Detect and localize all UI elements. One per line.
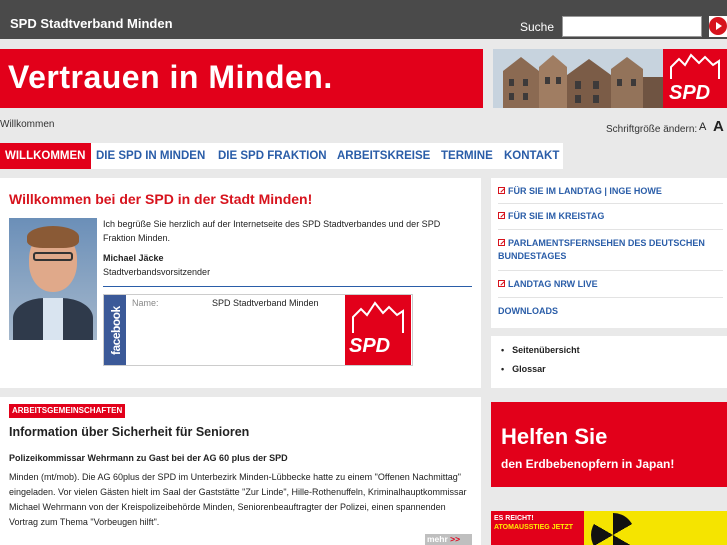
nav-item-die-spd-fraktion[interactable]: DIE SPD FRAKTION — [218, 143, 330, 169]
atom-banner-line2: ATOMAUSSTIEG JETZT — [494, 524, 574, 531]
facebook-box[interactable]: facebook Name: SPD Stadtverband Minden S… — [103, 294, 413, 366]
town-hall-photo — [493, 49, 663, 108]
search-input[interactable] — [562, 16, 702, 37]
main-navigation: WILLKOMMEN DIE SPD IN MINDEN DIE SPD FRA… — [0, 143, 563, 169]
sidebar-link-downloads[interactable]: DOWNLOADS — [498, 305, 723, 318]
article-body: Minden (mt/mob). Die AG 60plus der SPD i… — [9, 472, 467, 527]
external-link-icon — [498, 280, 505, 287]
facebook-name-value[interactable]: SPD Stadtverband Minden — [212, 298, 319, 308]
nav-item-termine[interactable]: TERMINE — [441, 143, 497, 169]
sidebar-link-landtag[interactable]: FÜR SIE IM LANDTAG | INGE HOWE — [498, 185, 723, 198]
sidebar-link-landtag-nrw-live[interactable]: LANDTAG NRW LIVE — [498, 278, 723, 291]
sidebar-link-label: FÜR SIE IM KREISTAG — [508, 211, 605, 221]
divider — [498, 297, 723, 298]
spd-logo-text: SPD — [349, 335, 391, 357]
japan-donation-banner[interactable]: Helfen Sie den Erdbebenopfern in Japan! — [491, 402, 727, 487]
breadcrumb[interactable]: Willkommen — [0, 119, 54, 130]
town-hall-image — [493, 49, 663, 108]
article: ARBEITSGEMEINSCHAFTEN Information über S… — [0, 397, 481, 545]
spd-logo[interactable]: SPD — [663, 49, 727, 108]
nav-item-kontakt[interactable]: KONTAKT — [504, 143, 562, 169]
banner-slogan: Vertrauen in Minden. — [8, 59, 333, 95]
external-link-icon — [498, 239, 505, 246]
atomausstieg-label-area: ES REICHT! ATOMAUSSTIEG JETZT — [491, 511, 584, 545]
nav-item-die-spd-in-minden[interactable]: DIE SPD IN MINDEN — [96, 143, 211, 169]
nav-item-arbeitskreise[interactable]: ARBEITSKREISE — [337, 143, 433, 169]
more-link[interactable]: mehr >> — [425, 534, 472, 545]
facebook-name-label: Name: — [132, 298, 159, 308]
font-size-label: Schriftgröße ändern: — [606, 124, 698, 135]
sitemap-link[interactable]: Seitenübersicht — [501, 345, 580, 355]
nav-item-willkommen[interactable]: WILLKOMMEN — [0, 143, 91, 169]
font-size-small-button[interactable]: A — [699, 121, 706, 133]
sidebar-meta-links: Seitenübersicht Glossar — [491, 336, 727, 388]
banner-slogan-area: Vertrauen in Minden. — [0, 49, 483, 108]
glossary-link[interactable]: Glossar — [501, 364, 546, 374]
welcome-title: Willkommen bei der SPD in der Stadt Mind… — [9, 191, 313, 207]
search-label: Suche — [520, 20, 555, 34]
sidebar-link-label: LANDTAG NRW LIVE — [508, 279, 598, 289]
article-title[interactable]: Information über Sicherheit für Senioren — [9, 425, 249, 439]
atomausstieg-banner[interactable]: ES REICHT! ATOMAUSSTIEG JETZT — [491, 511, 727, 545]
intro-text: Ich begrüße Sie herzlich auf der Interne… — [103, 219, 441, 243]
divider — [498, 203, 723, 204]
sidebar-link-label: PARLAMENTSFERNSEHEN DES DEUTSCHEN BUNDES… — [498, 238, 705, 261]
search-button[interactable] — [709, 16, 727, 37]
author-role: Stadtverbandsvorsitzender — [103, 267, 211, 277]
external-link-icon — [498, 212, 505, 219]
sidebar-links: FÜR SIE IM LANDTAG | INGE HOWE FÜR SIE I… — [491, 178, 727, 328]
facebook-spd-logo[interactable]: SPD — [345, 295, 411, 365]
divider — [498, 270, 723, 271]
arrow-right-icon — [709, 17, 727, 35]
sidebar-link-label: FÜR SIE IM LANDTAG | INGE HOWE — [508, 186, 662, 196]
facebook-logo-text: facebook — [109, 306, 123, 355]
article-category-tag[interactable]: ARBEITSGEMEINSCHAFTEN — [9, 404, 126, 418]
welcome-section: Willkommen bei der SPD in der Stadt Mind… — [0, 178, 481, 388]
sidebar-link-parlamentsfernsehen[interactable]: PARLAMENTSFERNSEHEN DES DEUTSCHEN BUNDES… — [498, 237, 723, 263]
japan-banner-subline: den Erdbebenopfern in Japan! — [501, 457, 675, 471]
article-subtitle: Polizeikommissar Wehrmann zu Gast bei de… — [9, 453, 288, 463]
facebook-strip: facebook — [104, 295, 126, 365]
site-title[interactable]: SPD Stadtverband Minden — [10, 16, 173, 31]
radiation-icon — [591, 513, 635, 545]
divider — [498, 229, 723, 230]
sidebar-link-kreistag[interactable]: FÜR SIE IM KREISTAG — [498, 210, 723, 223]
font-size-large-button[interactable]: A — [713, 118, 724, 135]
japan-banner-headline: Helfen Sie — [501, 424, 608, 449]
author-name: Michael Jäcke — [103, 253, 164, 263]
spd-logo-text: SPD — [669, 82, 711, 104]
more-label: mehr — [427, 534, 448, 544]
divider — [103, 286, 472, 287]
top-bar: SPD Stadtverband Minden Suche — [0, 0, 727, 39]
more-arrow: >> — [450, 534, 461, 544]
external-link-icon — [498, 187, 505, 194]
portrait-photo — [9, 218, 97, 340]
atom-banner-line1: ES REICHT! — [494, 515, 534, 522]
